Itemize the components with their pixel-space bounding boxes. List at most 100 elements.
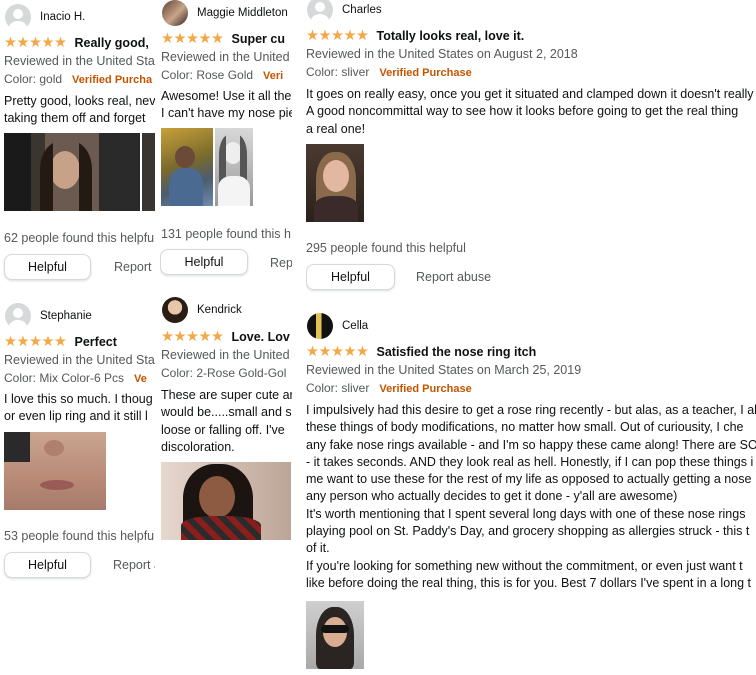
review-text-line: I love this so much. I thoug (4, 392, 153, 406)
reviewer-name[interactable]: Inacio H. (40, 11, 85, 23)
review-text-line: discoloration. (161, 439, 235, 454)
helpful-count: 53 people found this helpfu (4, 529, 155, 543)
review-body: I love this so much. I thoug or even lip… (4, 391, 153, 426)
variant-info: Color: 2-Rose Gold-Gol (161, 366, 286, 380)
reviewer-name[interactable]: Maggie Middleton (197, 7, 288, 19)
review-text-line: would be.....small and s (161, 405, 292, 420)
review-title[interactable]: Perfect (75, 335, 117, 349)
variant-info: Color: sliver Verified Purchase (306, 381, 472, 395)
review-date: Reviewed in the United Sta (4, 54, 155, 68)
review-text-line: any fake nose rings available - and I'm … (306, 437, 756, 452)
review-text-line: I impulsively had this desire to get a r… (306, 403, 756, 417)
star-rating[interactable]: ★★★★★ (161, 32, 224, 47)
report-abuse-link[interactable]: Rep (270, 256, 292, 270)
review-photo[interactable] (142, 133, 155, 211)
review-date: Reviewed in the United (161, 50, 290, 64)
review-text-line: playing pool on St. Paddy's Day, and gro… (306, 524, 750, 539)
review-text-line: taking them off and forget (4, 111, 146, 126)
variant-info: Color: gold Verified Purcha (4, 72, 152, 86)
review-body: It goes on really easy, once you get it … (306, 86, 754, 138)
variant-color[interactable]: Color: Mix Color-6 Pcs (4, 371, 124, 385)
variant-color[interactable]: Color: 2-Rose Gold-Gol (161, 366, 286, 380)
helpful-count: 295 people found this helpful (306, 241, 466, 255)
helpful-button[interactable]: Helpful (4, 552, 91, 578)
review-photo[interactable] (306, 601, 364, 669)
helpful-count: 62 people found this helpfu (4, 231, 155, 245)
review-text-line: These are super cute an (161, 388, 292, 402)
reviewer-name[interactable]: Kendrick (197, 304, 242, 316)
star-rating[interactable]: ★★★★★ (4, 36, 67, 51)
review-text-line: any person who actually decides to get i… (306, 489, 678, 504)
star-rating[interactable]: ★★★★★ (4, 335, 67, 350)
review-text-line: Pretty good, looks real, nev (4, 94, 155, 108)
reviewer-name[interactable]: Stephanie (40, 310, 92, 322)
variant-info: Color: Mix Color-6 Pcs Ve (4, 371, 147, 385)
review-card: Cella ★★★★★ Satisfied the nose ring itch… (306, 312, 756, 675)
review-text-line: loose or falling off. I've (161, 422, 285, 437)
star-rating[interactable]: ★★★★★ (161, 330, 224, 345)
review-text-line: like before doing the real thing, this i… (306, 575, 752, 590)
default-avatar[interactable] (5, 4, 31, 30)
review-body: Pretty good, looks real, nev taking them… (4, 93, 155, 128)
helpful-button[interactable]: Helpful (160, 249, 248, 275)
review-date: Reviewed in the United (161, 348, 290, 362)
variant-color[interactable]: Color: gold (4, 72, 62, 86)
review-photo[interactable] (161, 128, 213, 206)
verified-purchase-badge: Verified Purchase (379, 67, 472, 79)
review-title[interactable]: Really good, (75, 36, 149, 50)
report-abuse-link[interactable]: Report abuse (113, 558, 155, 572)
review-card: Stephanie ★★★★★ Perfect Reviewed in the … (0, 300, 155, 600)
review-text-line: or even lip ring and it still l (4, 409, 148, 424)
review-text-line: It goes on really easy, once you get it … (306, 87, 754, 101)
star-rating[interactable]: ★★★★★ (306, 29, 369, 44)
review-title[interactable]: Satisfied the nose ring itch (377, 345, 537, 359)
review-title[interactable]: Totally looks real, love it. (377, 29, 525, 43)
reviewer-name[interactable]: Cella (342, 320, 368, 332)
review-photo[interactable] (161, 462, 291, 540)
review-text-line: - it takes seconds. AND they look real a… (306, 454, 754, 469)
default-avatar[interactable] (307, 0, 333, 23)
review-column-1: Inacio H. ★★★★★ Really good, Reviewed in… (0, 0, 155, 675)
review-card: Kendrick ★★★★★ Love. Lov Reviewed in the… (160, 296, 292, 556)
helpful-count: 131 people found this h (161, 227, 291, 241)
review-date: Reviewed in the United Sta (4, 353, 155, 367)
review-body: These are super cute an would be.....sma… (161, 387, 292, 456)
variant-color[interactable]: Color: sliver (306, 381, 369, 395)
variant-color[interactable]: Color: Rose Gold (161, 68, 253, 82)
review-body: Awesome! Use it all the I can't have my … (161, 88, 292, 123)
review-photo[interactable] (4, 432, 106, 510)
review-title[interactable]: Love. Lov (232, 330, 290, 344)
review-text-line: of it. (306, 541, 330, 556)
verified-purchase-badge: Ve (134, 373, 147, 385)
reviewer-name[interactable]: Charles (342, 4, 382, 16)
default-avatar[interactable] (5, 303, 31, 329)
reviewer-avatar[interactable] (307, 313, 333, 339)
reviewer-avatar[interactable] (162, 0, 188, 26)
review-card: Maggie Middleton ★★★★★ Super cu Reviewed… (160, 0, 292, 290)
star-rating[interactable]: ★★★★★ (306, 345, 369, 360)
verified-purchase-badge: Verified Purcha (72, 74, 153, 86)
review-photo[interactable] (215, 128, 253, 206)
review-text-line: these things of body modifications, no m… (306, 420, 744, 435)
review-photo[interactable] (4, 133, 140, 211)
review-text-line: It's worth mentioning that I spent sever… (306, 506, 746, 521)
review-column-3: Charles ★★★★★ Totally looks real, love i… (306, 0, 756, 675)
reviewer-avatar[interactable] (162, 297, 188, 323)
review-title[interactable]: Super cu (232, 32, 286, 46)
review-date: Reviewed in the United States on March 2… (306, 363, 582, 377)
review-text-line: If you're looking for something new with… (306, 558, 743, 573)
review-text-line: A good noncommittal way to see how it lo… (306, 104, 739, 119)
variant-info: Color: sliver Verified Purchase (306, 65, 472, 79)
report-abuse-link[interactable]: Report (114, 260, 152, 274)
review-photo[interactable] (306, 144, 364, 222)
review-date: Reviewed in the United States on August … (306, 47, 578, 61)
variant-info: Color: Rose Gold Veri (161, 68, 283, 82)
review-column-2: Maggie Middleton ★★★★★ Super cu Reviewed… (160, 0, 292, 675)
helpful-button[interactable]: Helpful (4, 254, 91, 280)
review-text-line: I can't have my nose pie (161, 106, 292, 121)
variant-color[interactable]: Color: sliver (306, 65, 369, 79)
helpful-button[interactable]: Helpful (306, 264, 395, 290)
review-text-line: Awesome! Use it all the (161, 89, 292, 103)
review-text-line: a real one! (306, 121, 366, 136)
report-abuse-link[interactable]: Report abuse (416, 270, 491, 284)
